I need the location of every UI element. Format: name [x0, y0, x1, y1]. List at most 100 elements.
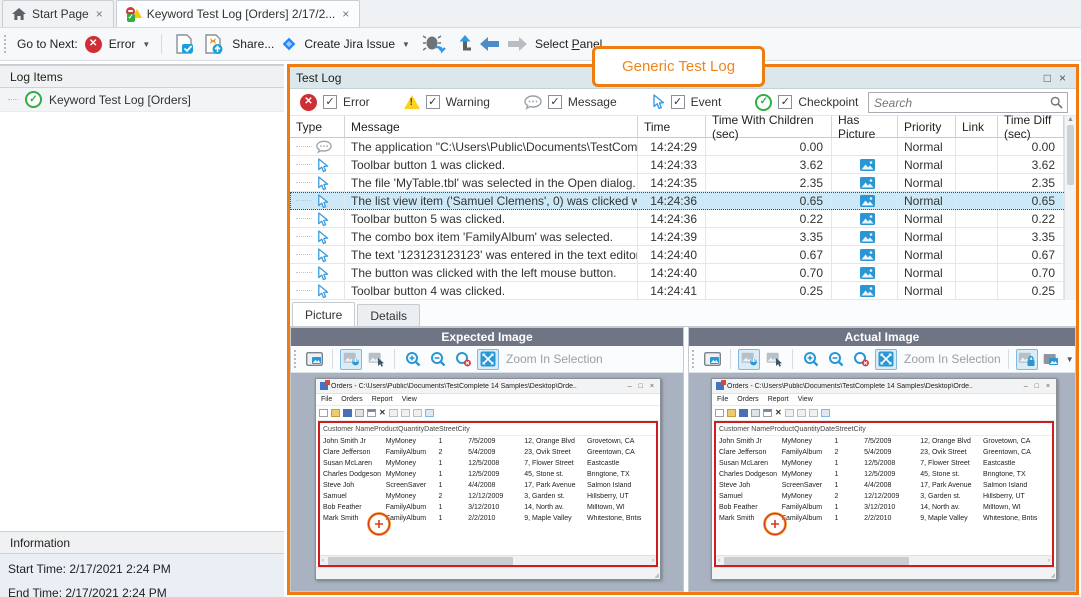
toolbar-grip[interactable] — [294, 350, 298, 368]
close-icon[interactable]: × — [341, 7, 350, 21]
log-table-header: Type Message Time Time With Children (se… — [290, 116, 1076, 138]
share-button[interactable]: Share... — [232, 37, 274, 51]
share-icon[interactable] — [202, 33, 225, 55]
zoom-out-icon[interactable] — [427, 349, 449, 370]
table-row[interactable]: Toolbar button 1 was clicked. 14:24:33 3… — [290, 156, 1076, 174]
table-row[interactable]: The text '123123123123' was entered in t… — [290, 246, 1076, 264]
orders-table-row: Bob Feather FamilyAlbum 1 3/12/2010 14, … — [716, 502, 1052, 513]
select-image-icon[interactable] — [365, 349, 387, 370]
checkpoint-checkbox[interactable]: ✓ — [778, 95, 792, 109]
orders-column-header: Product — [374, 426, 398, 433]
zoom-out-icon[interactable] — [825, 349, 847, 370]
zoom-in-selection-icon[interactable] — [875, 349, 897, 370]
col-priority[interactable]: Priority — [898, 116, 956, 137]
chevron-down-icon[interactable]: ▼ — [402, 40, 410, 49]
chevron-down-icon[interactable]: ▼ — [142, 40, 150, 49]
col-message[interactable]: Message — [345, 116, 638, 137]
table-scrollbar[interactable]: ▲ — [1064, 116, 1076, 300]
tree-connector — [296, 146, 312, 147]
show-image-in-window-icon[interactable] — [303, 349, 325, 370]
col-type[interactable]: Type — [290, 116, 345, 137]
message-checkbox[interactable]: ✓ — [548, 95, 562, 109]
scroll-thumb[interactable] — [1067, 125, 1074, 185]
select-image-icon[interactable] — [763, 349, 785, 370]
col-link[interactable]: Link — [956, 116, 998, 137]
filter-error[interactable]: ✕ ✓ Error — [300, 94, 370, 111]
pan-image-icon[interactable] — [738, 349, 760, 370]
table-row[interactable]: Toolbar button 4 was clicked. 14:24:41 0… — [290, 282, 1076, 300]
table-row[interactable]: The button was clicked with the left mou… — [290, 264, 1076, 282]
export-results-button[interactable] — [173, 33, 195, 55]
search-input[interactable] — [869, 96, 1046, 110]
properties-icon — [763, 409, 772, 417]
col-time[interactable]: Time — [638, 116, 706, 137]
view-icon — [809, 409, 818, 417]
event-icon — [316, 194, 332, 208]
maximize-icon: □ — [1033, 383, 1041, 390]
home-icon — [12, 8, 26, 20]
toolbar-grip[interactable] — [4, 35, 8, 53]
filter-message[interactable]: ✓ Message — [524, 95, 617, 110]
picture-compare-area: Expected Image Zoom In Selection Ord — [290, 326, 1076, 592]
create-jira-issue-button[interactable]: Create Jira Issue — [304, 37, 395, 51]
actual-image-toolbar: Zoom In Selection ▼ — [689, 346, 1075, 373]
event-icon — [316, 248, 332, 262]
col-has-picture[interactable]: Has Picture — [832, 116, 898, 137]
tree-connector — [296, 164, 312, 165]
tab-start-page[interactable]: Start Page × — [2, 0, 114, 27]
menu-item: Report — [768, 396, 789, 403]
tab-details[interactable]: Details — [357, 304, 420, 326]
orders-column-header: Customer Name — [719, 426, 770, 433]
zoom-in-icon[interactable] — [402, 349, 424, 370]
back-arrow-icon[interactable] — [479, 35, 500, 53]
chevron-down-icon[interactable]: ▼ — [1066, 355, 1074, 364]
lock-images-icon[interactable] — [1016, 349, 1038, 370]
menu-item: Report — [372, 396, 393, 403]
show-image-in-window-icon[interactable] — [701, 349, 723, 370]
expected-image-canvas[interactable]: Orders - C:\Users\Public\Documents\TestC… — [291, 373, 683, 591]
open-icon — [727, 409, 736, 417]
col-time-with-children[interactable]: Time With Children (sec) — [706, 116, 832, 137]
filter-warning[interactable]: ✓ Warning — [404, 95, 490, 109]
up-one-level-icon[interactable] — [454, 34, 472, 54]
search-icon[interactable] — [1046, 96, 1067, 109]
table-row[interactable]: The file 'MyTable.tbl' was selected in t… — [290, 174, 1076, 192]
zoom-in-icon[interactable] — [800, 349, 822, 370]
zoom-in-selection-icon[interactable] — [477, 349, 499, 370]
error-checkbox[interactable]: ✓ — [323, 95, 337, 109]
warning-checkbox[interactable]: ✓ — [426, 95, 440, 109]
close-icon[interactable]: × — [95, 7, 104, 21]
orders-column-header: Street — [835, 426, 854, 433]
zoom-reset-icon[interactable] — [850, 349, 872, 370]
maximize-icon[interactable]: □ — [1040, 71, 1055, 85]
col-time-diff[interactable]: Time Diff (sec) — [998, 116, 1064, 137]
image-options-icon[interactable] — [1041, 349, 1063, 370]
filter-event[interactable]: ✓ Event — [651, 94, 722, 110]
pan-image-icon[interactable] — [340, 349, 362, 370]
go-to-next-error-button[interactable]: Error — [109, 37, 136, 51]
table-row[interactable]: The list view item ('Samuel Clemens', 0)… — [290, 192, 1076, 210]
table-row[interactable]: The combo box item 'FamilyAlbum' was sel… — [290, 228, 1076, 246]
close-icon[interactable]: × — [1055, 71, 1070, 85]
table-row[interactable]: Toolbar button 5 was clicked. 14:24:36 0… — [290, 210, 1076, 228]
time-with-children-cell: 2.35 — [706, 174, 832, 191]
time-diff-cell: 3.62 — [998, 156, 1064, 173]
scroll-up-icon[interactable]: ▲ — [1065, 116, 1076, 123]
orders-window-screenshot: Orders - C:\Users\Public\Documents\TestC… — [315, 378, 661, 580]
filter-checkpoint[interactable]: ✓ ✓ Checkpoint — [755, 94, 858, 111]
actual-image-canvas[interactable]: Orders - C:\Users\Public\Documents\TestC… — [689, 373, 1075, 591]
tab-picture[interactable]: Picture — [292, 302, 355, 326]
toolbar-grip[interactable] — [692, 350, 696, 368]
scroll-thumb — [724, 557, 909, 565]
table-row[interactable]: The application "C:\Users\Public\Documen… — [290, 138, 1076, 156]
zoom-reset-icon[interactable] — [452, 349, 474, 370]
search-box[interactable] — [868, 92, 1068, 113]
post-issue-bug-icon[interactable] — [423, 34, 447, 54]
orders-column-header: Quantity — [794, 426, 820, 433]
sidebar-item-keyword-test-log[interactable]: ✓ Keyword Test Log [Orders] — [0, 88, 284, 112]
tab-keyword-test-log[interactable]: ✓ Keyword Test Log [Orders] 2/17/2... × — [116, 0, 361, 27]
tree-connector — [296, 290, 312, 291]
event-checkbox[interactable]: ✓ — [671, 95, 685, 109]
minimize-icon: – — [1022, 383, 1030, 390]
success-check-icon: ✓ — [25, 91, 42, 108]
